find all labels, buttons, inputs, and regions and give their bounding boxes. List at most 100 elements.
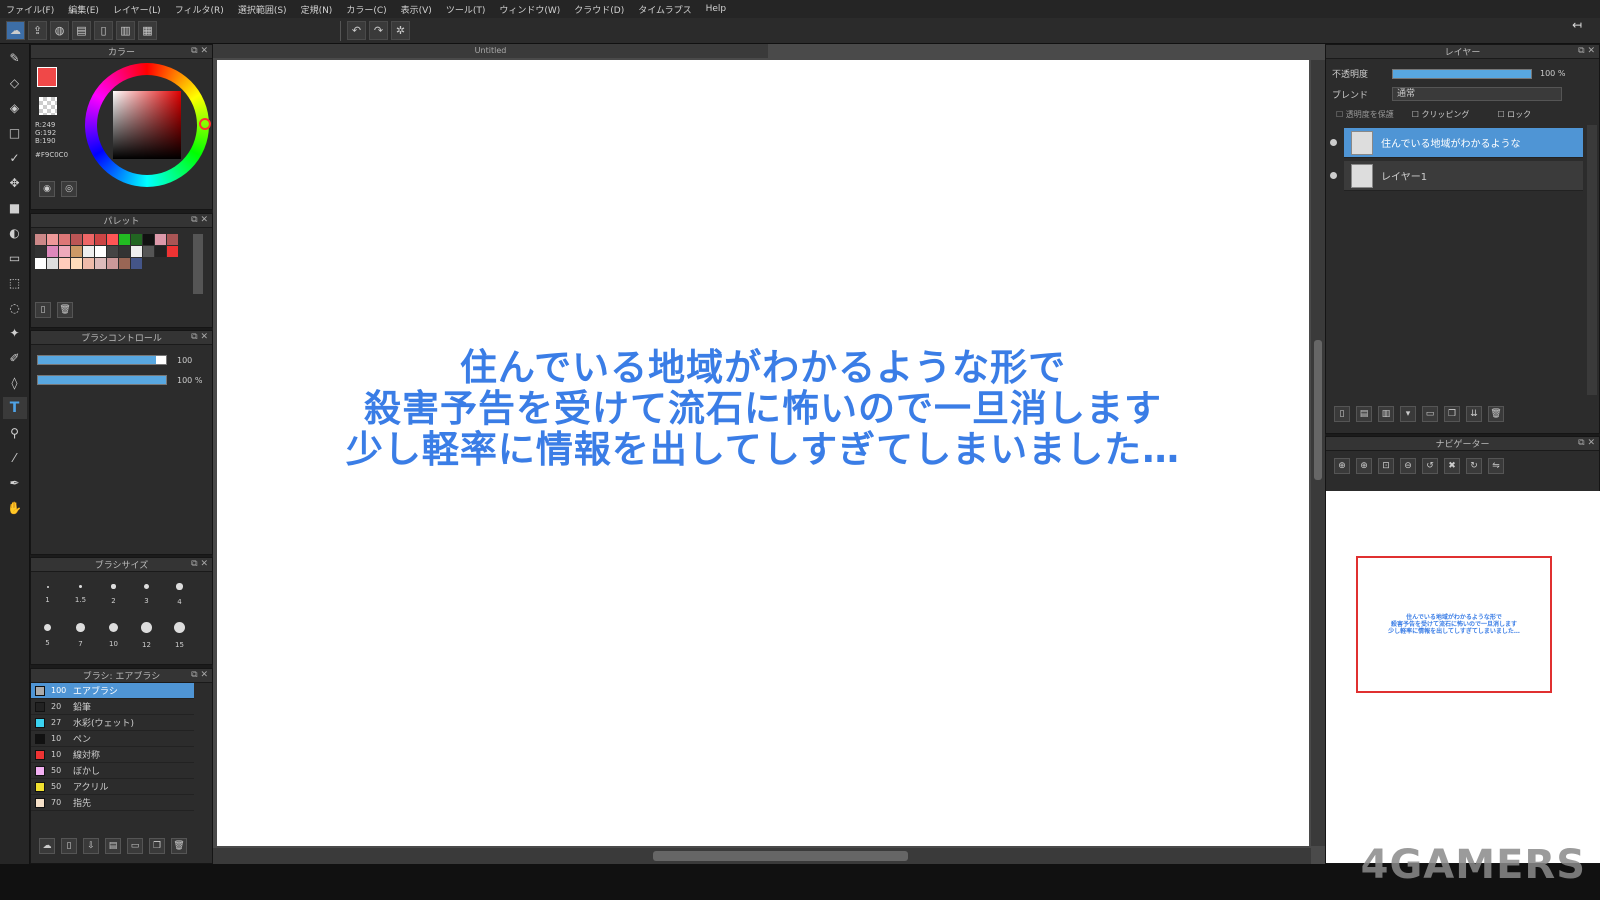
gradient-tool-icon[interactable]: ▭ bbox=[3, 247, 27, 269]
select-pen-icon[interactable]: ✓ bbox=[3, 147, 27, 169]
reset-view-icon[interactable]: ✖ bbox=[1444, 458, 1460, 474]
merge-layer-icon[interactable]: ⇊ bbox=[1466, 406, 1482, 422]
visibility-eye-icon[interactable] bbox=[1330, 139, 1337, 146]
palette-swatch[interactable] bbox=[119, 246, 130, 257]
brush-size-slider[interactable] bbox=[37, 355, 167, 365]
palette-swatch[interactable] bbox=[59, 246, 70, 257]
hue-wheel[interactable] bbox=[85, 63, 211, 187]
panel-close-icon[interactable]: ⧉ ✕ bbox=[1578, 438, 1595, 448]
brush-opacity-slider[interactable] bbox=[37, 375, 167, 385]
add-layer-menu-icon[interactable]: ▾ bbox=[1400, 406, 1416, 422]
palette-swatch[interactable] bbox=[119, 234, 130, 245]
panel-close-icon[interactable]: ⧉ ✕ bbox=[191, 670, 208, 680]
layer-folder-icon[interactable]: ▭ bbox=[1422, 406, 1438, 422]
palette-swatch[interactable] bbox=[83, 234, 94, 245]
palette-swatch[interactable] bbox=[83, 258, 94, 269]
palette-swatch[interactable] bbox=[167, 234, 178, 245]
palette-swatch[interactable] bbox=[35, 246, 46, 257]
duplicate-layer-icon[interactable]: ❐ bbox=[1444, 406, 1460, 422]
palette-swatch[interactable] bbox=[47, 258, 58, 269]
palette-swatch[interactable] bbox=[59, 258, 70, 269]
panel-close-icon[interactable]: ⧉ ✕ bbox=[191, 46, 208, 56]
menu-item[interactable]: 選択範囲(S) bbox=[238, 3, 287, 16]
share-icon[interactable]: ⇪ bbox=[28, 21, 47, 40]
brush-list-item[interactable]: 10 ペン bbox=[31, 731, 194, 747]
menu-item[interactable]: ウィンドウ(W) bbox=[499, 3, 560, 16]
navigator-preview[interactable]: 住んでいる地域がわかるような形で 殺害予告を受けて流石に怖いので一旦消します 少… bbox=[1326, 491, 1600, 863]
palette-swatch[interactable] bbox=[155, 234, 166, 245]
fit-icon[interactable]: ⊡ bbox=[1378, 458, 1394, 474]
zoom-out-icon[interactable]: ⊖ bbox=[1400, 458, 1416, 474]
brush-size-cell[interactable]: 3 bbox=[130, 574, 163, 615]
secondary-color-swatch[interactable] bbox=[39, 97, 57, 115]
speech-icon[interactable]: ◍ bbox=[50, 21, 69, 40]
layer-item[interactable]: 住んでいる地域がわかるような bbox=[1330, 128, 1583, 158]
menu-item[interactable]: タイムラプス bbox=[638, 3, 691, 16]
palette-swatch[interactable] bbox=[35, 258, 46, 269]
document-tab[interactable]: Untitled bbox=[213, 44, 768, 58]
menu-item[interactable]: Help bbox=[706, 4, 727, 14]
clipping-checkbox[interactable]: ☐ クリッピング bbox=[1412, 109, 1470, 120]
comic-icon[interactable]: ▤ bbox=[72, 21, 91, 40]
layer-item[interactable]: レイヤー1 bbox=[1330, 161, 1583, 191]
menu-item[interactable]: レイヤー(L) bbox=[113, 3, 161, 16]
bucket-tool-icon[interactable]: ◐ bbox=[3, 222, 27, 244]
page-icon[interactable]: ▯ bbox=[94, 21, 113, 40]
palette-swatch[interactable] bbox=[95, 246, 106, 257]
blend-select[interactable]: 通常 bbox=[1392, 87, 1562, 101]
cloud-icon[interactable]: ☁ bbox=[6, 21, 25, 40]
new-8bit-layer-icon[interactable]: ▥ bbox=[1378, 406, 1394, 422]
brush-list-item[interactable]: 27 水彩(ウェット) bbox=[31, 715, 194, 731]
menu-item[interactable]: ファイル(F) bbox=[6, 3, 54, 16]
flip-icon[interactable]: ⇋ bbox=[1488, 458, 1504, 474]
hue-cursor[interactable] bbox=[199, 118, 211, 130]
eraser-tool-icon[interactable]: ◇ bbox=[3, 72, 27, 94]
brush-size-cell[interactable]: 1.5 bbox=[64, 574, 97, 615]
hand-tool-icon[interactable]: ✋ bbox=[3, 497, 27, 519]
eyedropper-icon[interactable]: ⁄ bbox=[3, 447, 27, 469]
menu-item[interactable]: 表示(V) bbox=[401, 3, 432, 16]
palette-swatch[interactable] bbox=[71, 246, 82, 257]
canvas-vertical-scrollbar[interactable] bbox=[1311, 60, 1325, 846]
palette-swatch[interactable] bbox=[71, 258, 82, 269]
brush-list-item[interactable]: 50 ぼかし bbox=[31, 763, 194, 779]
palette-scrollbar[interactable] bbox=[193, 234, 203, 294]
palette-swatch[interactable] bbox=[71, 234, 82, 245]
delete-palette-icon[interactable]: 🗑 bbox=[57, 302, 73, 318]
saturation-square[interactable] bbox=[113, 91, 181, 159]
exit-icon[interactable]: ↤ bbox=[1572, 18, 1588, 34]
primary-color-swatch[interactable] bbox=[37, 67, 57, 87]
new-halftone-layer-icon[interactable]: ▤ bbox=[1356, 406, 1372, 422]
text-tool-icon[interactable]: T bbox=[2, 397, 27, 419]
blur-tool-icon[interactable]: ◈ bbox=[3, 97, 27, 119]
palette-swatch[interactable] bbox=[35, 234, 46, 245]
palette-swatch[interactable] bbox=[83, 246, 94, 257]
color-palette-icon[interactable]: ◉ bbox=[39, 181, 55, 197]
brush-size-cell[interactable]: 5 bbox=[31, 615, 64, 656]
palette-swatch[interactable] bbox=[131, 234, 142, 245]
menu-item[interactable]: 定規(N) bbox=[301, 3, 333, 16]
brush-size-cell[interactable]: 1 bbox=[31, 574, 64, 615]
layer-opacity-slider[interactable] bbox=[1392, 68, 1532, 79]
navigator-viewport[interactable]: 住んでいる地域がわかるような形で 殺害予告を受けて流石に怖いので一旦消します 少… bbox=[1356, 556, 1552, 693]
menu-item[interactable]: ツール(T) bbox=[446, 3, 486, 16]
rotate-right-icon[interactable]: ↻ bbox=[1466, 458, 1482, 474]
brush-tool-icon[interactable]: ✎ bbox=[3, 47, 27, 69]
palette-swatch[interactable] bbox=[143, 234, 154, 245]
palette-swatch[interactable] bbox=[155, 246, 166, 257]
palette-swatch[interactable] bbox=[131, 258, 142, 269]
menu-item[interactable]: フィルタ(R) bbox=[175, 3, 224, 16]
palette-swatch[interactable] bbox=[47, 246, 58, 257]
settings-icon[interactable]: ✲ bbox=[391, 21, 410, 40]
menu-item[interactable]: 編集(E) bbox=[68, 3, 99, 16]
duplicate-brush-icon[interactable]: ❐ bbox=[149, 838, 165, 854]
visibility-eye-icon[interactable] bbox=[1330, 172, 1337, 179]
palette-swatch[interactable] bbox=[167, 246, 178, 257]
brush-list-item[interactable]: 70 指先 bbox=[31, 795, 194, 811]
select-brush-icon[interactable]: ✐ bbox=[3, 347, 27, 369]
canvas-horizontal-scrollbar[interactable] bbox=[213, 848, 1311, 864]
menu-item[interactable]: クラウド(D) bbox=[574, 3, 624, 16]
brush-list-item[interactable]: 10 線対称 bbox=[31, 747, 194, 763]
lasso-tool-icon[interactable]: ◌ bbox=[3, 297, 27, 319]
zoom-in-alt-icon[interactable]: ⊕ bbox=[1356, 458, 1372, 474]
